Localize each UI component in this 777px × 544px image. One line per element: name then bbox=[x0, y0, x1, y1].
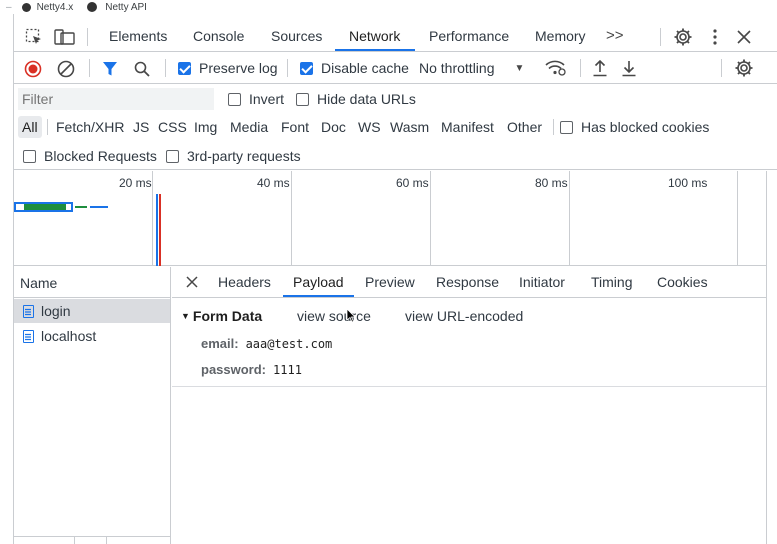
type-filter-ws[interactable]: WS bbox=[358, 119, 381, 135]
timeline-request-bar bbox=[24, 204, 66, 210]
tab-performance[interactable]: Performance bbox=[429, 28, 509, 44]
request-row-localhost[interactable]: localhost bbox=[14, 324, 170, 348]
netty-icon bbox=[21, 2, 31, 12]
page-edge bbox=[0, 14, 14, 544]
export-har-icon[interactable] bbox=[619, 58, 639, 78]
tab-timing[interactable]: Timing bbox=[591, 274, 633, 290]
timeline-tick: 100 ms bbox=[668, 176, 708, 190]
type-filter-js[interactable]: JS bbox=[133, 119, 149, 135]
timeline-tick: 40 ms bbox=[257, 176, 290, 190]
inspect-element-icon[interactable] bbox=[24, 27, 44, 47]
network-settings-gear-icon[interactable] bbox=[733, 57, 755, 79]
requests-list: Name login localhost bbox=[14, 267, 171, 544]
dropdown-triangle-icon: ▼ bbox=[514, 62, 525, 74]
active-detail-tab-indicator bbox=[283, 295, 354, 297]
tab-response[interactable]: Response bbox=[436, 274, 499, 290]
tab-cookies[interactable]: Cookies bbox=[657, 274, 708, 290]
disable-cache-checkbox[interactable]: Disable cache bbox=[300, 60, 409, 76]
close-devtools-icon[interactable] bbox=[735, 27, 753, 47]
kebab-menu-icon[interactable] bbox=[707, 27, 723, 47]
view-source-link[interactable]: view source bbox=[297, 308, 371, 324]
network-conditions-icon[interactable] bbox=[544, 58, 568, 78]
tab-initiator[interactable]: Initiator bbox=[519, 274, 565, 290]
throttling-select[interactable]: No throttling ▼ bbox=[419, 60, 524, 76]
document-icon bbox=[23, 304, 34, 318]
request-row-login[interactable]: login bbox=[14, 299, 170, 323]
type-filter-row: All Fetch/XHR JS CSS Img Media Font Doc … bbox=[14, 113, 777, 141]
detail-tabs: Headers Payload Preview Response Initiat… bbox=[172, 267, 766, 298]
blocked-requests-checkbox[interactable]: Blocked Requests bbox=[23, 148, 157, 164]
device-toolbar-icon[interactable] bbox=[54, 27, 76, 47]
timeline-tick: 20 ms bbox=[119, 176, 152, 190]
type-filter-manifest[interactable]: Manifest bbox=[441, 119, 494, 135]
active-tab-indicator bbox=[335, 49, 415, 51]
expand-triangle-icon: ▼ bbox=[181, 311, 190, 321]
status-bar bbox=[14, 536, 170, 544]
type-filter-wasm[interactable]: Wasm bbox=[390, 119, 429, 135]
blocked-requests-row: Blocked Requests 3rd-party requests bbox=[14, 142, 777, 170]
tab-headers[interactable]: Headers bbox=[218, 274, 271, 290]
type-filter-media[interactable]: Media bbox=[230, 119, 268, 135]
bookmark-bar: – Netty4.x Netty API bbox=[6, 1, 147, 13]
type-filter-img[interactable]: Img bbox=[194, 119, 217, 135]
has-blocked-cookies-checkbox[interactable]: Has blocked cookies bbox=[560, 119, 709, 135]
tab-sources[interactable]: Sources bbox=[271, 28, 322, 44]
tab-memory[interactable]: Memory bbox=[535, 28, 586, 44]
devtools-main-toolbar: Elements Console Sources Network Perform… bbox=[14, 22, 777, 52]
more-tabs-chevron-icon[interactable]: >> bbox=[606, 27, 624, 44]
type-filter-doc[interactable]: Doc bbox=[321, 119, 346, 135]
close-detail-icon[interactable] bbox=[184, 274, 200, 290]
filter-funnel-icon[interactable] bbox=[100, 59, 120, 79]
import-har-icon[interactable] bbox=[590, 58, 610, 78]
invert-checkbox[interactable]: Invert bbox=[228, 91, 284, 107]
type-filter-all[interactable]: All bbox=[22, 119, 38, 135]
filter-input[interactable] bbox=[18, 88, 214, 110]
type-filter-font[interactable]: Font bbox=[281, 119, 309, 135]
payload-field-password: password: 1111 bbox=[201, 362, 302, 377]
document-icon bbox=[23, 329, 34, 343]
hide-data-urls-checkbox[interactable]: Hide data URLs bbox=[296, 91, 416, 107]
network-toolbar: Preserve log Disable cache No throttling… bbox=[14, 53, 777, 84]
type-filter-fetch-xhr[interactable]: Fetch/XHR bbox=[56, 119, 124, 135]
load-event-line bbox=[159, 194, 161, 266]
record-stop-icon[interactable] bbox=[23, 59, 43, 79]
tab-preview[interactable]: Preview bbox=[365, 274, 415, 290]
preserve-log-check[interactable] bbox=[178, 61, 191, 75]
settings-gear-icon[interactable] bbox=[672, 26, 694, 48]
filter-row: Invert Hide data URLs bbox=[14, 85, 777, 113]
timeline-tick: 60 ms bbox=[396, 176, 429, 190]
view-url-encoded-link[interactable]: view URL-encoded bbox=[405, 308, 523, 324]
form-data-toggle[interactable]: ▼ Form Data bbox=[181, 308, 262, 324]
tab-network[interactable]: Network bbox=[349, 28, 400, 44]
form-data-section: ▼ Form Data view source view URL-encoded… bbox=[172, 299, 766, 387]
preserve-log-checkbox[interactable]: Preserve log bbox=[178, 60, 278, 76]
disable-cache-check[interactable] bbox=[300, 61, 313, 75]
name-column-header[interactable]: Name bbox=[14, 267, 170, 298]
clear-icon[interactable] bbox=[56, 59, 76, 79]
bookmark-netty4x[interactable]: Netty4.x bbox=[21, 2, 73, 13]
right-scrollbar[interactable] bbox=[766, 171, 777, 544]
github-icon bbox=[87, 2, 98, 12]
third-party-requests-checkbox[interactable]: 3rd-party requests bbox=[166, 148, 301, 164]
type-filter-other[interactable]: Other bbox=[507, 119, 542, 135]
tab-elements[interactable]: Elements bbox=[109, 28, 167, 44]
dom-content-loaded-line bbox=[156, 194, 158, 266]
mouse-cursor-icon bbox=[346, 308, 356, 326]
payload-field-email: email: aaa@test.com bbox=[201, 336, 333, 351]
tab-payload[interactable]: Payload bbox=[293, 274, 344, 290]
timeline-overview[interactable]: 20 ms 40 ms 60 ms 80 ms 100 ms bbox=[14, 171, 766, 266]
search-icon[interactable] bbox=[132, 59, 152, 79]
tab-console[interactable]: Console bbox=[193, 28, 244, 44]
bookmark-netty-api[interactable]: Netty API bbox=[87, 2, 147, 13]
timeline-tick: 80 ms bbox=[535, 176, 568, 190]
request-detail-panel: Headers Payload Preview Response Initiat… bbox=[172, 267, 766, 544]
type-filter-css[interactable]: CSS bbox=[158, 119, 187, 135]
